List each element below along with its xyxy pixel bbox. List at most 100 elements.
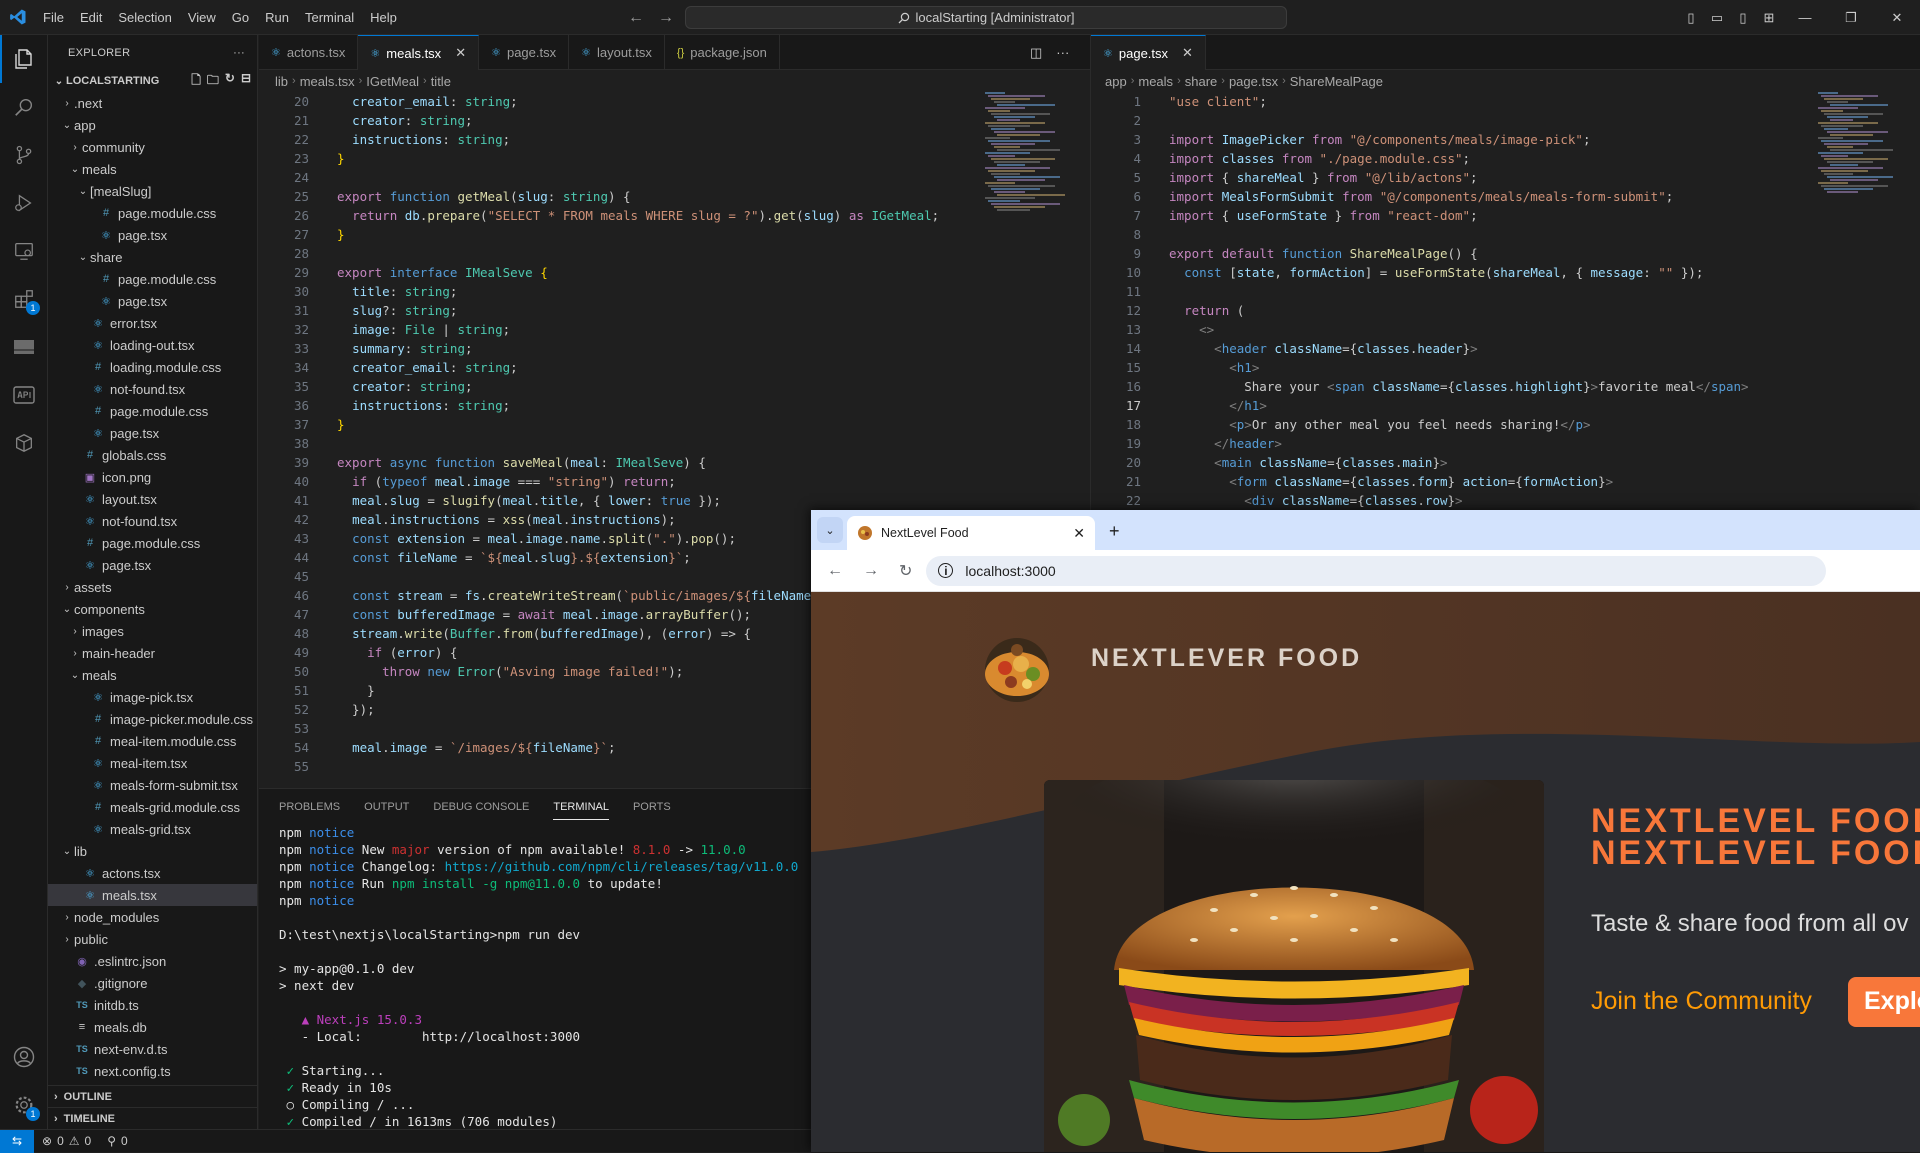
join-community-link[interactable]: Join the Community xyxy=(1591,987,1812,1016)
file-item[interactable]: TS next.config.ts xyxy=(48,1060,257,1082)
breadcrumb-item[interactable]: page.tsx xyxy=(1229,74,1278,89)
editor-tab[interactable]: ⚛ actons.tsx xyxy=(259,35,359,70)
breadcrumb-item[interactable]: title xyxy=(431,74,451,89)
file-item[interactable]: ⚛ meals-form-submit.tsx xyxy=(48,774,257,796)
ports-status[interactable]: ⚲ 0 xyxy=(99,1134,135,1148)
file-item[interactable]: ▣ icon.png xyxy=(48,466,257,488)
accounts-icon[interactable] xyxy=(0,1033,48,1081)
panel-tab-debug-console[interactable]: DEBUG CONSOLE xyxy=(433,801,529,813)
folder-item[interactable]: › .next xyxy=(48,92,257,114)
file-item[interactable]: ≡ meals.db xyxy=(48,1016,257,1038)
menu-item-selection[interactable]: Selection xyxy=(110,0,179,35)
back-arrow-icon[interactable]: ← xyxy=(628,0,644,35)
breadcrumb-item[interactable]: app xyxy=(1105,74,1127,89)
menu-item-terminal[interactable]: Terminal xyxy=(297,0,362,35)
toggle-panel-icon[interactable]: ▭ xyxy=(1704,10,1730,26)
close-tab-icon[interactable]: ✕ xyxy=(1073,525,1085,542)
env-icon[interactable] xyxy=(0,323,48,371)
toggle-secondary-sidebar-icon[interactable]: ▯ xyxy=(1730,10,1756,26)
file-item[interactable]: ⚛ layout.tsx xyxy=(48,488,257,510)
file-item[interactable]: ⚛ page.tsx xyxy=(48,224,257,246)
browser-tab[interactable]: NextLevel Food ✕ xyxy=(847,516,1095,550)
file-item[interactable]: TS initdb.ts xyxy=(48,994,257,1016)
container-icon[interactable] xyxy=(0,419,48,467)
run-debug-icon[interactable] xyxy=(0,179,48,227)
folder-item[interactable]: ⌄ [mealSlug] xyxy=(48,180,257,202)
file-item[interactable]: ⚛ error.tsx xyxy=(48,312,257,334)
file-item[interactable]: ⚛ page.tsx xyxy=(48,554,257,576)
menu-item-view[interactable]: View xyxy=(180,0,224,35)
brand-logo[interactable] xyxy=(979,628,1055,704)
editor-tab[interactable]: ⚛ page.tsx ✕ xyxy=(1091,35,1206,70)
editor-tab[interactable]: ⚛ layout.tsx xyxy=(569,35,665,70)
command-center[interactable]: localStarting [Administrator] xyxy=(685,6,1287,29)
outline-section[interactable]: › OUTLINE xyxy=(48,1085,258,1107)
close-tab-icon[interactable]: ✕ xyxy=(455,45,466,61)
file-item[interactable]: ⚛ meals.tsx xyxy=(48,884,257,906)
breadcrumb-item[interactable]: meals.tsx xyxy=(300,74,355,89)
brand-name[interactable]: NEXTLEVER FOOD xyxy=(1091,644,1362,673)
file-item[interactable]: ⚛ image-pick.tsx xyxy=(48,686,257,708)
split-editor-icon[interactable]: ◫ xyxy=(1030,45,1042,61)
remote-explorer-icon[interactable] xyxy=(0,227,48,275)
workspace-root[interactable]: ⌄ LOCALSTARTING 🗋 🗀 ↻ ⊟ xyxy=(48,70,257,92)
panel-tab-output[interactable]: OUTPUT xyxy=(364,801,409,813)
menu-item-edit[interactable]: Edit xyxy=(72,0,110,35)
file-item[interactable]: # image-picker.module.css xyxy=(48,708,257,730)
file-item[interactable]: # meal-item.module.css xyxy=(48,730,257,752)
folder-item[interactable]: › node_modules xyxy=(48,906,257,928)
address-bar[interactable]: i localhost:3000 xyxy=(926,555,1827,586)
file-item[interactable]: # globals.css xyxy=(48,444,257,466)
editor-tab[interactable]: ⚛ meals.tsx ✕ xyxy=(358,35,480,70)
left-minimap[interactable] xyxy=(985,92,1080,232)
breadcrumb-item[interactable]: lib xyxy=(275,74,288,89)
breadcrumb-item[interactable]: IGetMeal xyxy=(366,74,419,89)
folder-item[interactable]: › public xyxy=(48,928,257,950)
problems-status[interactable]: ⊗ 0 ⚠ 0 xyxy=(34,1134,99,1148)
folder-item[interactable]: ⌄ share xyxy=(48,246,257,268)
search-icon[interactable] xyxy=(0,83,48,131)
terminal[interactable]: npm notice npm notice New major version o… xyxy=(259,824,811,1130)
file-item[interactable]: ⚛ meal-item.tsx xyxy=(48,752,257,774)
file-item[interactable]: ◆ .gitignore xyxy=(48,972,257,994)
close-tab-icon[interactable]: ✕ xyxy=(1182,45,1193,61)
source-control-icon[interactable] xyxy=(0,131,48,179)
file-item[interactable]: # page.module.css xyxy=(48,400,257,422)
customize-layout-icon[interactable]: ⊞ xyxy=(1756,10,1782,26)
folder-item[interactable]: ⌄ meals xyxy=(48,158,257,180)
breadcrumb-item[interactable]: share xyxy=(1185,74,1218,89)
reload-icon[interactable]: ↻ xyxy=(899,561,912,581)
manage-gear-icon[interactable]: 1 xyxy=(0,1081,48,1129)
folder-item[interactable]: ⌄ components xyxy=(48,598,257,620)
browser-back-icon[interactable]: ← xyxy=(827,562,843,580)
api-icon[interactable] xyxy=(0,371,48,419)
close-window-button[interactable]: ✕ xyxy=(1874,10,1920,26)
more-actions-icon[interactable]: ··· xyxy=(233,47,245,59)
new-folder-icon[interactable]: 🗀 xyxy=(207,71,219,92)
minimize-button[interactable]: — xyxy=(1782,10,1828,25)
more-actions-icon[interactable]: ··· xyxy=(1056,45,1069,60)
file-item[interactable]: ⚛ page.tsx xyxy=(48,290,257,312)
timeline-section[interactable]: › TIMELINE xyxy=(48,1107,258,1129)
editor-tab[interactable]: ⚛ page.tsx xyxy=(479,35,570,70)
file-item[interactable]: ⚛ actons.tsx xyxy=(48,862,257,884)
new-tab-icon[interactable]: + xyxy=(1109,521,1120,542)
extensions-icon[interactable]: 1 xyxy=(0,275,48,323)
folder-item[interactable]: ⌄ lib xyxy=(48,840,257,862)
new-file-icon[interactable]: 🗋 xyxy=(191,71,201,92)
folder-item[interactable]: › main-header xyxy=(48,642,257,664)
editor-tab[interactable]: {} package.json xyxy=(665,35,780,70)
file-item[interactable]: # page.module.css xyxy=(48,202,257,224)
folder-item[interactable]: ⌄ app xyxy=(48,114,257,136)
file-item[interactable]: ⚛ loading-out.tsx xyxy=(48,334,257,356)
file-item[interactable]: # page.module.css xyxy=(48,268,257,290)
file-item[interactable]: ⚛ page.tsx xyxy=(48,422,257,444)
right-code-editor[interactable]: 1 "use client"; 2 3 import ImagePicker from … xyxy=(1091,92,1811,510)
file-item[interactable]: # meals-grid.module.css xyxy=(48,796,257,818)
browser-forward-icon[interactable]: → xyxy=(863,562,879,580)
restore-button[interactable]: ❐ xyxy=(1828,10,1874,26)
file-item[interactable]: ⚛ meals-grid.tsx xyxy=(48,818,257,840)
file-item[interactable]: # page.module.css xyxy=(48,532,257,554)
file-item[interactable]: ⚛ not-found.tsx xyxy=(48,378,257,400)
remote-indicator-icon[interactable]: ⇆ xyxy=(0,1129,34,1153)
